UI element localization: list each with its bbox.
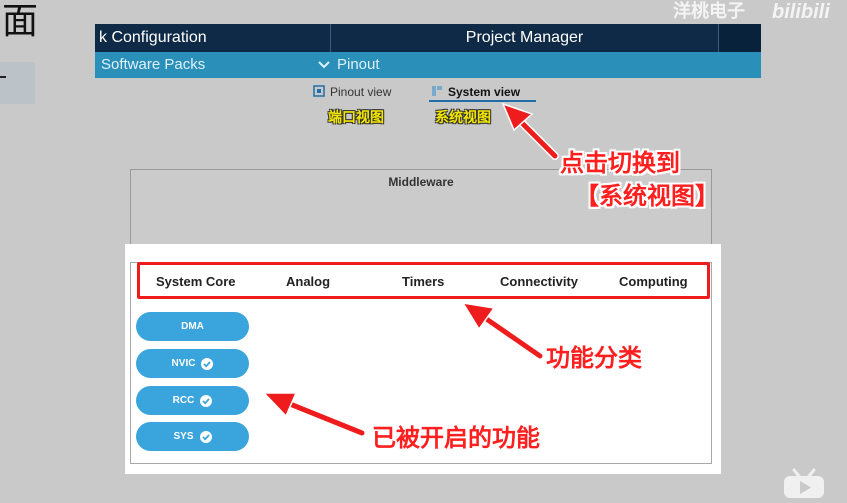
callout-switch-view-line1: 点击切换到 [560,149,680,177]
arrow-icon [262,392,366,437]
watermark-text: 洋桃电子 [673,1,745,22]
callout-function-category: 功能分类 [546,344,642,372]
callout-enabled-functions: 已被开启的功能 [372,424,540,452]
arrow-icon [501,102,559,160]
arrow-icon [461,301,544,360]
callout-switch-view-line2: 【系统视图】 [575,182,719,210]
bilibili-logo: bilibili [772,1,830,23]
